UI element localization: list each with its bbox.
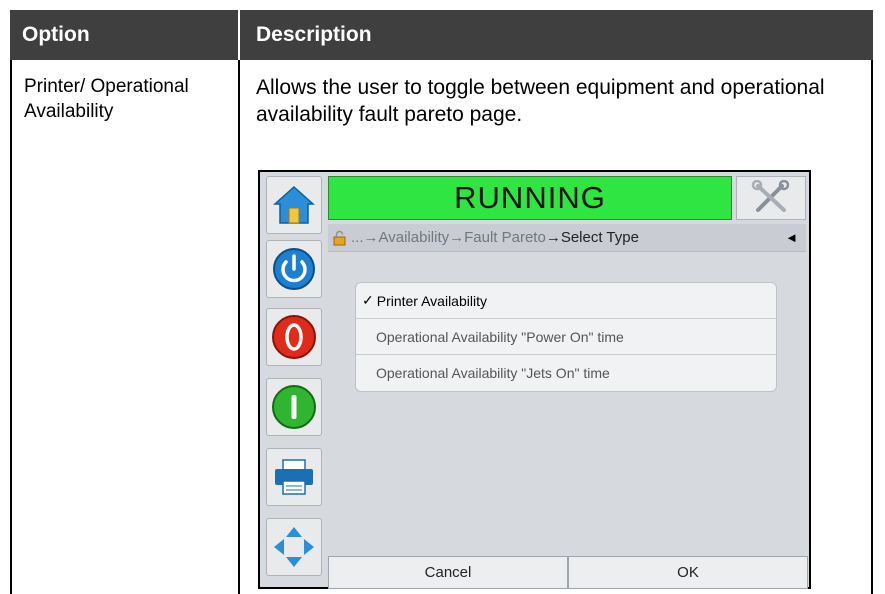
breadcrumb-prefix: ... xyxy=(351,229,364,246)
start-button[interactable] xyxy=(266,378,322,436)
availability-type-list: ✓ Printer Availability Operational Avail… xyxy=(355,282,777,392)
start-icon xyxy=(272,385,316,429)
ok-button[interactable]: OK xyxy=(568,556,808,589)
power-icon xyxy=(273,248,315,290)
list-item[interactable]: ✓ Printer Availability xyxy=(356,283,776,319)
tools-button[interactable] xyxy=(736,176,806,220)
printer-icon xyxy=(275,459,313,495)
checkmark-icon: ✓ xyxy=(362,292,374,308)
list-item-label: Operational Availability "Power On" time xyxy=(376,328,624,345)
table-header: Option Description xyxy=(10,10,873,60)
breadcrumb-current: →Select Type xyxy=(545,229,639,246)
status-bar: RUNNING xyxy=(328,176,732,220)
list-item-label: Printer Availability xyxy=(376,292,487,309)
dialog-buttons: Cancel OK xyxy=(328,556,808,589)
list-item[interactable]: Operational Availability "Jets On" time xyxy=(356,355,776,391)
table-border-middle xyxy=(238,60,240,594)
breadcrumb-path[interactable]: →Availability→Fault Pareto xyxy=(364,229,546,246)
header-option: Option xyxy=(22,23,90,46)
embedded-screenshot: RUNNING ... →Availability→Fault Pareto →… xyxy=(258,170,811,589)
lock-icon xyxy=(333,230,346,245)
header-description: Description xyxy=(256,23,372,46)
home-button[interactable] xyxy=(266,176,322,234)
tools-icon xyxy=(751,180,790,212)
list-item-label: Operational Availability "Jets On" time xyxy=(376,365,610,381)
stop-icon xyxy=(272,315,316,359)
home-icon xyxy=(273,185,315,224)
navigate-icon xyxy=(274,527,314,567)
back-arrow-icon[interactable]: ◄ xyxy=(785,230,798,245)
stop-button[interactable] xyxy=(266,308,322,366)
list-item[interactable]: Operational Availability "Power On" time xyxy=(356,319,776,355)
power-button[interactable] xyxy=(266,240,322,298)
option-description: Allows the user to toggle between equipm… xyxy=(256,76,825,126)
table-border-right xyxy=(871,60,873,594)
table-border-left xyxy=(10,60,12,594)
print-button[interactable] xyxy=(266,448,322,506)
breadcrumb: ... →Availability→Fault Pareto →Select T… xyxy=(328,224,806,252)
option-table: Option Description Printer/ Operational … xyxy=(10,10,873,594)
navigate-button[interactable] xyxy=(266,518,322,576)
cancel-button[interactable]: Cancel xyxy=(328,556,568,589)
option-name: Printer/ Operational Availability xyxy=(24,76,189,122)
